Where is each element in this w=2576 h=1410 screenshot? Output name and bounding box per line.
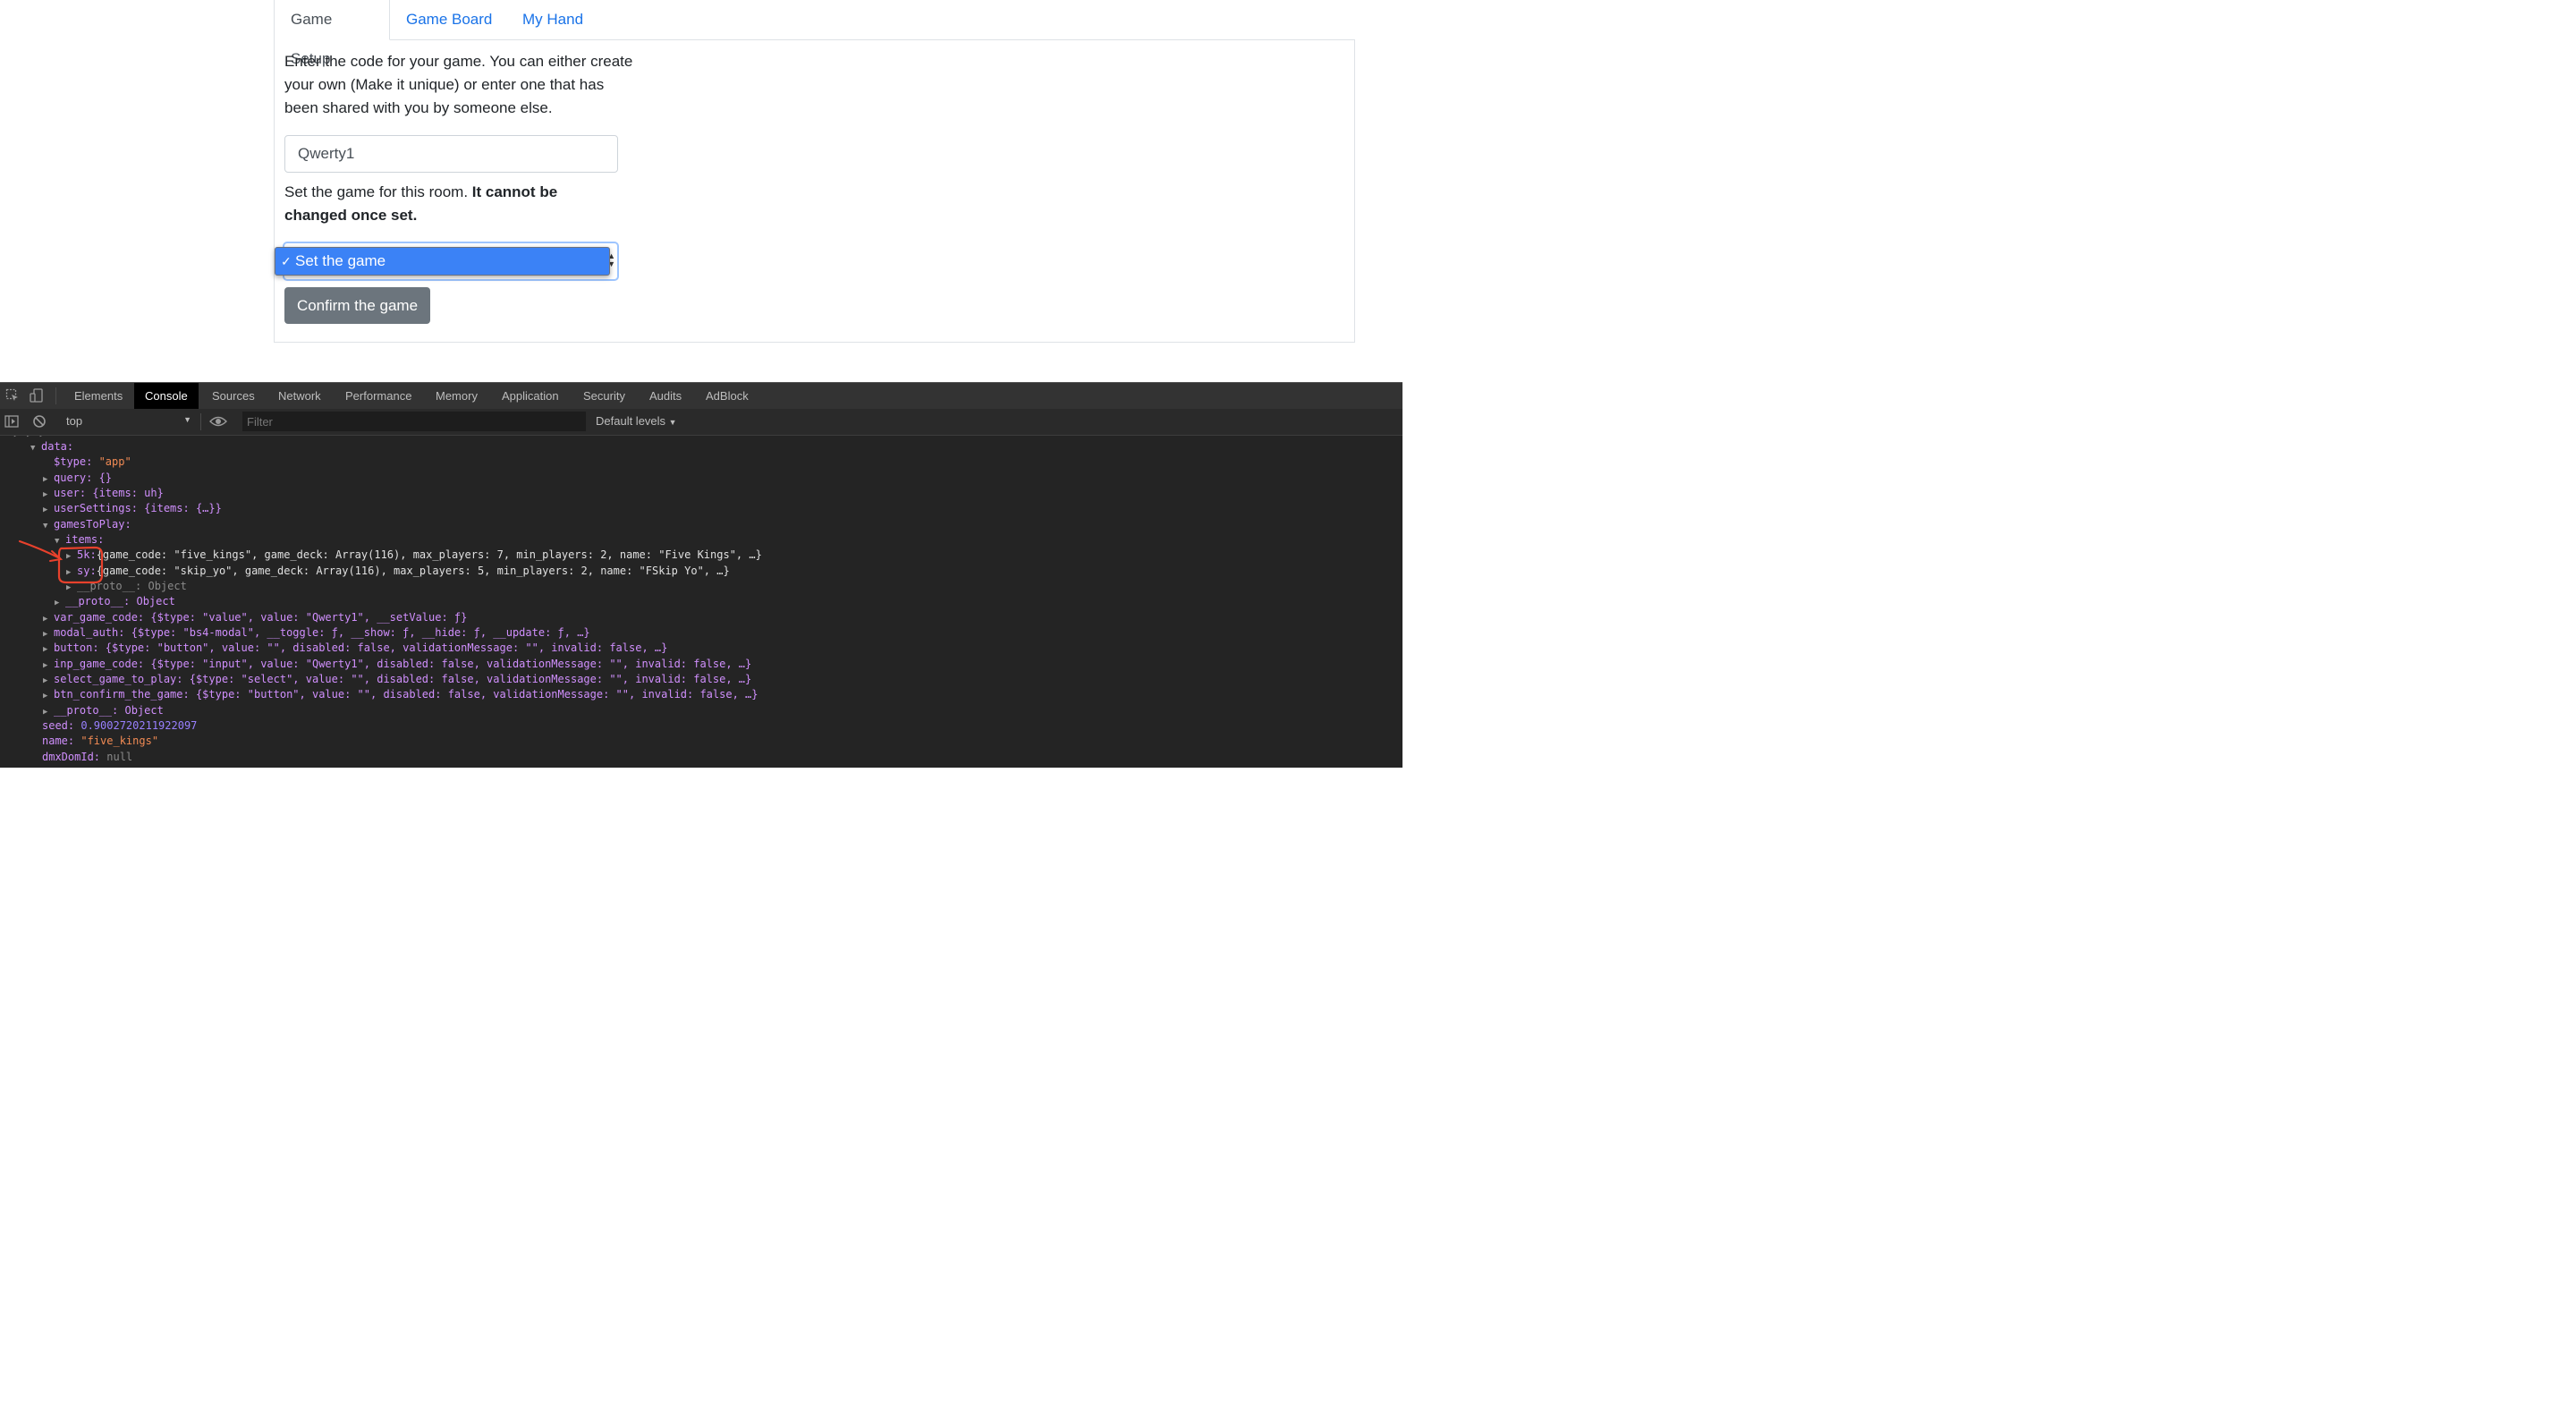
log-levels-label: Default levels [596, 414, 666, 428]
console-key-name: name: [42, 735, 81, 747]
device-toolbar-icon[interactable] [30, 388, 44, 403]
console-line-type: $type: "app" [54, 454, 131, 470]
console-line-proto-games[interactable]: ▶ __proto__: Object [55, 594, 175, 609]
devtools-tab-performance[interactable]: Performance [335, 383, 422, 409]
console-line-sy[interactable]: ▶ sy:{game_code: "skip_yo", game_deck: Ar… [66, 564, 730, 579]
web-page: Game Setup Game Board My Hand Enter the … [0, 0, 1402, 382]
devtools-tab-console[interactable]: Console [134, 383, 199, 409]
console-key-5k: 5k: [77, 548, 97, 561]
clear-console-icon[interactable] [32, 414, 47, 429]
console-value-5k: {game_code: "five_kings", game_deck: Arr… [96, 548, 762, 561]
set-game-text: Set the game for this room. It cannot be… [284, 181, 589, 227]
console-line-var-game-code[interactable]: ▶ var_game_code: {$type: "value", value: … [43, 610, 467, 625]
chevron-down-icon: ▼ [183, 415, 191, 424]
console-line-button[interactable]: ▶ button: {$type: "button", value: "", di… [43, 641, 667, 656]
console-text-proto: __proto__: Object [77, 580, 187, 592]
devtools-tab-memory[interactable]: Memory [425, 383, 488, 409]
console-line-inp-game-code[interactable]: ▶ inp_game_code: {$type: "input", value: … [43, 657, 751, 672]
chevron-down-icon: ▼ [668, 418, 677, 427]
tab-game-board[interactable]: Game Board [390, 0, 508, 39]
tab-my-hand[interactable]: My Hand [506, 0, 599, 39]
console-value-seed: 0.9002720211922097 [80, 719, 198, 732]
console-line-name: name: "five_kings" [42, 734, 158, 749]
console-key-gamestoplay: gamesToPlay: [54, 518, 131, 531]
console-key-seed: seed: [42, 719, 81, 732]
devtools-tab-elements[interactable]: Elements [64, 383, 133, 409]
console-value-type: "app" [98, 455, 131, 468]
console-line-user[interactable]: ▶ user: {items: uh} [43, 486, 164, 501]
console-text-button: button: {$type: "button", value: "", dis… [54, 641, 668, 654]
game-code-input[interactable] [284, 135, 618, 173]
console-text-query: query: {} [54, 471, 113, 484]
console-text-select-game: select_game_to_play: {$type: "select", v… [54, 673, 752, 685]
console-text-btn-confirm: btn_confirm_the_game: {$type: "button", … [54, 688, 758, 701]
checkmark-icon: ✓ [281, 254, 292, 268]
console-key-sy: sy: [77, 565, 97, 577]
devtools-panel: Elements Console Sources Network Perform… [0, 382, 1402, 768]
log-levels-dropdown[interactable]: Default levels ▼ [596, 414, 677, 428]
console-line-query[interactable]: ▶ query: {} [43, 471, 112, 486]
devtools-tab-security[interactable]: Security [572, 383, 636, 409]
console-text-user: user: {items: uh} [54, 487, 164, 499]
intro-text: Enter the code for your game. You can ei… [284, 53, 633, 116]
devtools-tab-network[interactable]: Network [267, 383, 332, 409]
console-line-proto-items[interactable]: ▶ __proto__: Object [66, 579, 187, 594]
console-text-proto: __proto__: Object [65, 595, 175, 607]
console-line-data[interactable]: ▼ data: [30, 439, 73, 454]
console-line-items[interactable]: ▼ items: [55, 532, 104, 548]
tab-bar: Game Setup Game Board My Hand [274, 0, 1355, 67]
devtools-tab-sources[interactable]: Sources [201, 383, 266, 409]
console-toolbar: top ▼ Default levels ▼ [0, 409, 1402, 436]
console-text-inp-game-code: inp_game_code: {$type: "input", value: "… [54, 658, 752, 670]
divider [200, 413, 201, 430]
console-key-type: $type: [54, 455, 99, 468]
console-line-modal-auth[interactable]: ▶ modal_auth: {$type: "bs4-modal", __togg… [43, 625, 590, 641]
console-line-btn-confirm[interactable]: ▶ btn_confirm_the_game: {$type: "button",… [43, 687, 758, 702]
context-label: top [66, 414, 83, 428]
devtools-tab-bar: Elements Console Sources Network Perform… [0, 382, 1402, 410]
console-text-modal-auth: modal_auth: {$type: "bs4-modal", __toggl… [54, 626, 590, 639]
show-sidebar-icon[interactable] [4, 414, 19, 429]
dropdown-option-set-the-game[interactable]: ✓ Set the game [275, 247, 610, 276]
devtools-tab-application[interactable]: Application [491, 383, 570, 409]
context-selector[interactable]: top ▼ [66, 414, 191, 428]
set-game-text-plain: Set the game for this room. [284, 183, 472, 200]
console-key-dmxdomid: dmxDomId: [42, 751, 107, 763]
confirm-game-button[interactable]: Confirm the game [284, 287, 430, 324]
console-line-dmxdomid: dmxDomId: null [42, 750, 132, 765]
console-value-sy: {game_code: "skip_yo", game_deck: Array(… [96, 565, 730, 577]
console-value-dmxdomid: null [106, 751, 133, 763]
divider [55, 387, 56, 404]
console-key-items: items: [65, 533, 105, 546]
tab-game-setup[interactable]: Game Setup [274, 0, 390, 67]
console-line-gamestoplay[interactable]: ▼ gamesToPlay: [43, 517, 131, 532]
console-output: ▸ ▸ ▸ ▼data: $type: "app" ▶query: {} ▶us… [0, 436, 1402, 768]
inspect-element-icon[interactable] [5, 388, 20, 403]
console-key-data: data: [41, 440, 74, 453]
console-line-select-game[interactable]: ▶ select_game_to_play: {$type: "select", … [43, 672, 751, 687]
devtools-tab-audits[interactable]: Audits [639, 383, 692, 409]
console-filter-input[interactable] [242, 412, 586, 431]
console-text-var-game-code: var_game_code: {$type: "value", value: "… [54, 611, 468, 624]
console-line-5k[interactable]: ▶ 5k:{game_code: "five_kings", game_deck:… [66, 548, 762, 563]
dropdown-option-label: Set the game [295, 252, 386, 269]
console-text-proto: __proto__: Object [54, 704, 164, 717]
console-text-usersettings: userSettings: {items: {…}} [54, 502, 222, 514]
console-value-name: "five_kings" [80, 735, 159, 747]
console-line-proto-data[interactable]: ▶ __proto__: Object [43, 703, 164, 718]
devtools-tab-adblock[interactable]: AdBlock [695, 383, 759, 409]
live-expression-eye-icon[interactable] [209, 414, 227, 429]
console-line-seed: seed: 0.9002720211922097 [42, 718, 197, 734]
console-line-usersettings[interactable]: ▶ userSettings: {items: {…}} [43, 501, 222, 516]
